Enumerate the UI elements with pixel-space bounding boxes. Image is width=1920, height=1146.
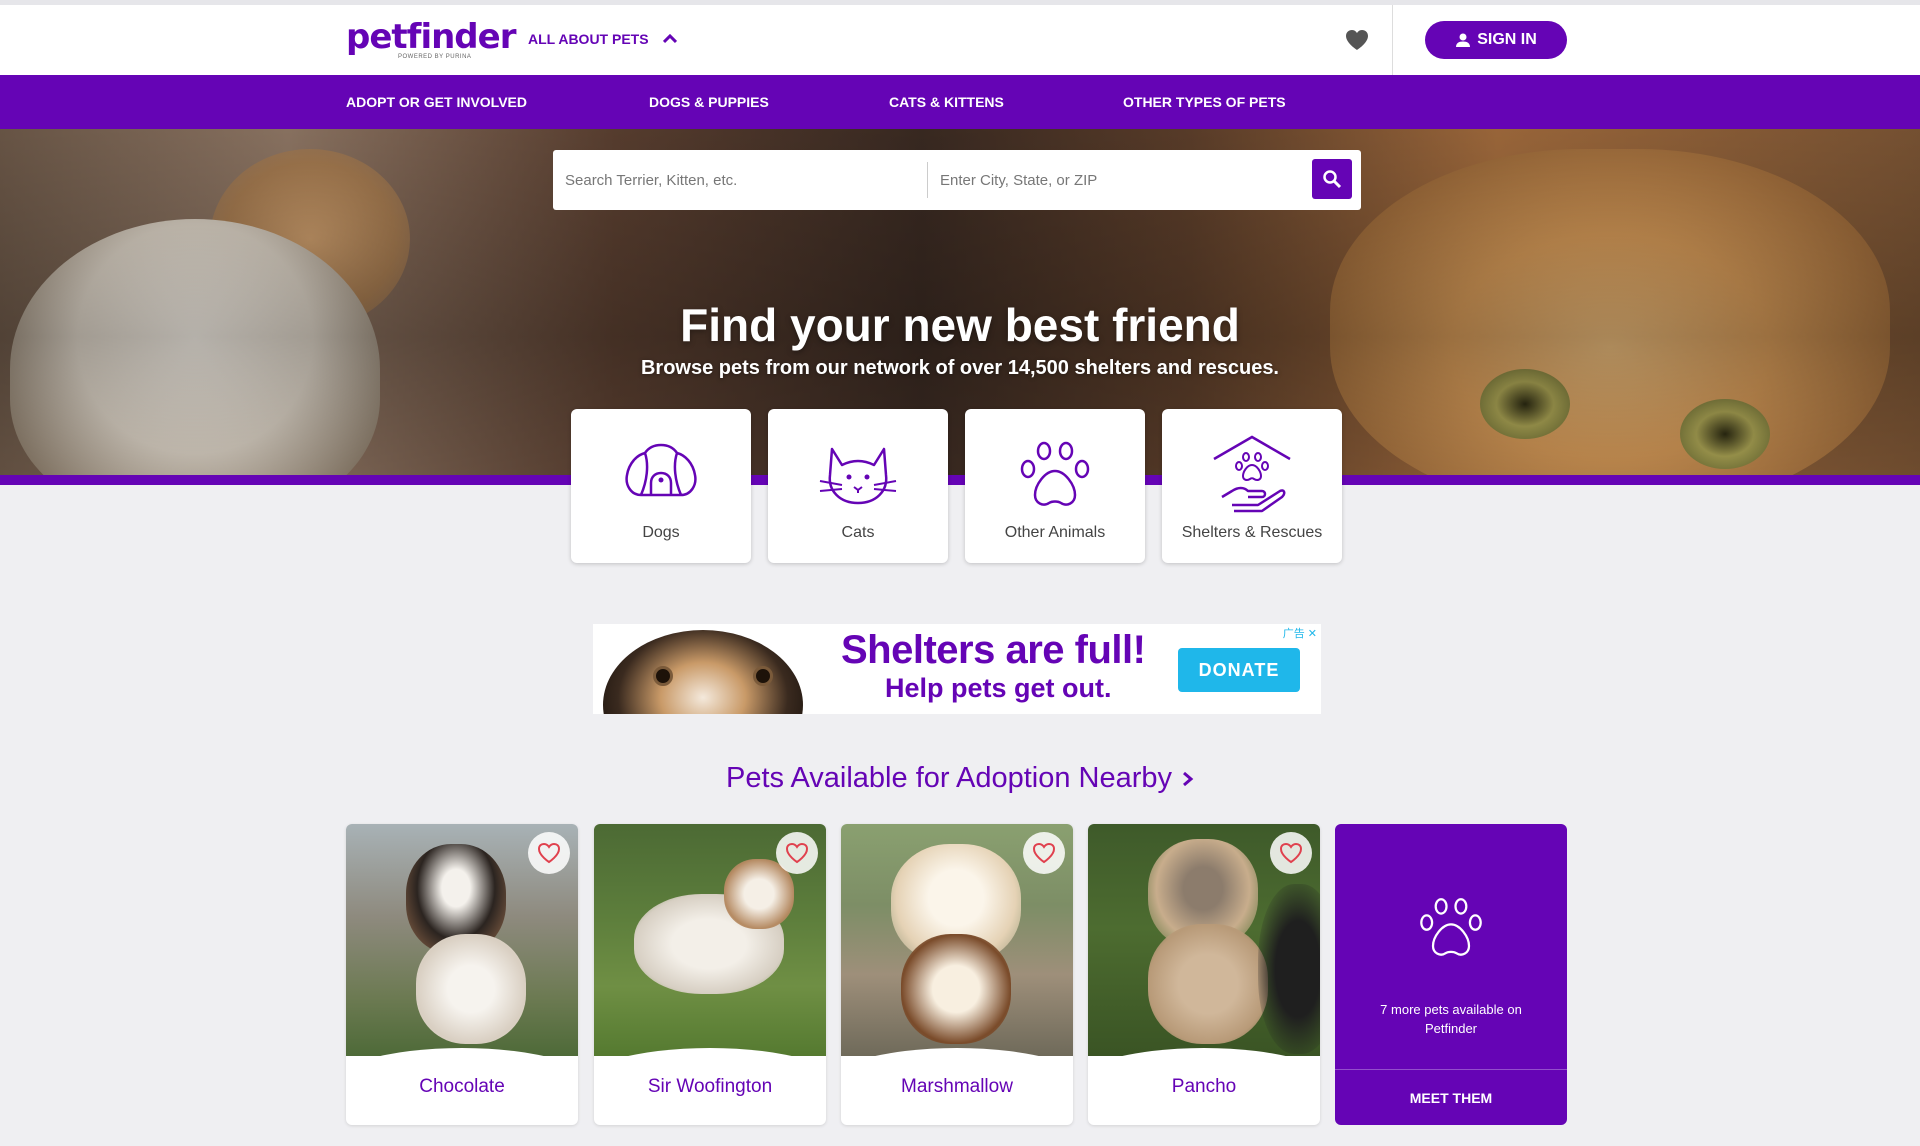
ad-dog-eye [653, 666, 673, 686]
heart-icon[interactable] [1344, 28, 1370, 52]
pets-nearby-heading[interactable]: Pets Available for Adoption Nearby [0, 762, 1920, 795]
heart-outline-icon [1279, 842, 1303, 864]
ad-dog-eye [753, 666, 773, 686]
site-header: petfinder POWERED BY PURINA ALL ABOUT PE… [0, 5, 1920, 75]
ad-headline: Shelters are full! [841, 628, 1146, 672]
category-shelters-rescues[interactable]: Shelters & Rescues [1162, 409, 1342, 563]
heart-outline-icon [537, 842, 561, 864]
shelter-icon [1213, 435, 1291, 513]
pet-card-pancho[interactable]: Pancho [1088, 824, 1320, 1125]
favorite-button[interactable] [776, 832, 818, 874]
pet-card-marshmallow[interactable]: Marshmallow [841, 824, 1073, 1125]
category-other-animals-label: Other Animals [1004, 524, 1106, 541]
category-cats[interactable]: Cats [768, 409, 948, 563]
logo-sub-text: POWERED BY PURINA [398, 54, 472, 60]
favorite-button[interactable] [528, 832, 570, 874]
paw-icon [1020, 441, 1090, 506]
dog-icon [625, 443, 697, 497]
category-cats-label: Cats [841, 524, 875, 541]
header-divider [1392, 5, 1393, 75]
more-pets-text: 7 more pets available on Petfinder [1380, 1002, 1522, 1036]
pets-nearby-title: Pets Available for Adoption Nearby [725, 762, 1173, 794]
pet-search-bar: Search Terrier, Kitten, etc. Enter City,… [553, 150, 1361, 210]
pet-card-chocolate[interactable]: Chocolate [346, 824, 578, 1125]
heart-outline-icon [785, 842, 809, 864]
favorite-button[interactable] [1270, 832, 1312, 874]
ad-choices-close[interactable]: 广告 ✕ [1283, 625, 1317, 641]
pet-name[interactable]: Sir Woofington [594, 1076, 826, 1098]
cat-icon [819, 447, 897, 505]
all-about-pets-label: ALL ABOUT PETS [528, 31, 649, 47]
nav-other-pets[interactable]: OTHER TYPES OF PETS [1123, 94, 1286, 110]
all-about-pets-menu[interactable]: ALL ABOUT PETS [528, 31, 677, 47]
chevron-up-icon [662, 34, 677, 44]
nav-cats-kittens[interactable]: CATS & KITTENS [889, 94, 1004, 110]
chevron-right-icon [1183, 772, 1194, 787]
category-dogs-label: Dogs [642, 524, 680, 541]
ad-donate-button[interactable]: DONATE [1178, 648, 1300, 692]
hero-bottom-band [0, 475, 1920, 485]
hero-title: Find your new best friend [680, 299, 1240, 351]
donate-advertisement[interactable]: Shelters are full! Help pets get out. DO… [593, 624, 1321, 714]
logo-text: petfinder [346, 17, 516, 57]
main-nav: ADOPT OR GET INVOLVED DOGS & PUPPIES CAT… [0, 75, 1920, 129]
favorite-button[interactable] [1023, 832, 1065, 874]
category-shelters-label: Shelters & Rescues [1181, 524, 1323, 541]
search-icon [1323, 170, 1342, 189]
meet-them-button[interactable]: MEET THEM [1335, 1070, 1567, 1125]
location-search-input[interactable]: Enter City, State, or ZIP [928, 150, 1361, 210]
pet-card-sir-woofington[interactable]: Sir Woofington [594, 824, 826, 1125]
paw-icon [1420, 898, 1482, 956]
nav-adopt-get-involved[interactable]: ADOPT OR GET INVOLVED [346, 94, 527, 110]
user-icon [1456, 33, 1471, 47]
hero-subtitle: Browse pets from our network of over 14,… [640, 357, 1279, 379]
search-button[interactable] [1312, 159, 1352, 199]
ad-dog-image [603, 630, 803, 714]
petfinder-logo[interactable]: petfinder POWERED BY PURINA [346, 17, 516, 60]
nav-dogs-puppies[interactable]: DOGS & PUPPIES [649, 94, 769, 110]
sign-in-label: SIGN IN [1477, 31, 1537, 48]
category-other-animals[interactable]: Other Animals [965, 409, 1145, 563]
category-dogs[interactable]: Dogs [571, 409, 751, 563]
heart-outline-icon [1032, 842, 1056, 864]
pet-search-input[interactable]: Search Terrier, Kitten, etc. [553, 162, 928, 198]
sign-in-button[interactable]: SIGN IN [1425, 21, 1567, 59]
pet-name[interactable]: Marshmallow [841, 1076, 1073, 1098]
more-pets-card[interactable]: 7 more pets available on Petfinder MEET … [1335, 824, 1567, 1125]
pet-name[interactable]: Pancho [1088, 1076, 1320, 1098]
ad-subline: Help pets get out. [885, 673, 1112, 703]
pet-name[interactable]: Chocolate [346, 1076, 578, 1098]
